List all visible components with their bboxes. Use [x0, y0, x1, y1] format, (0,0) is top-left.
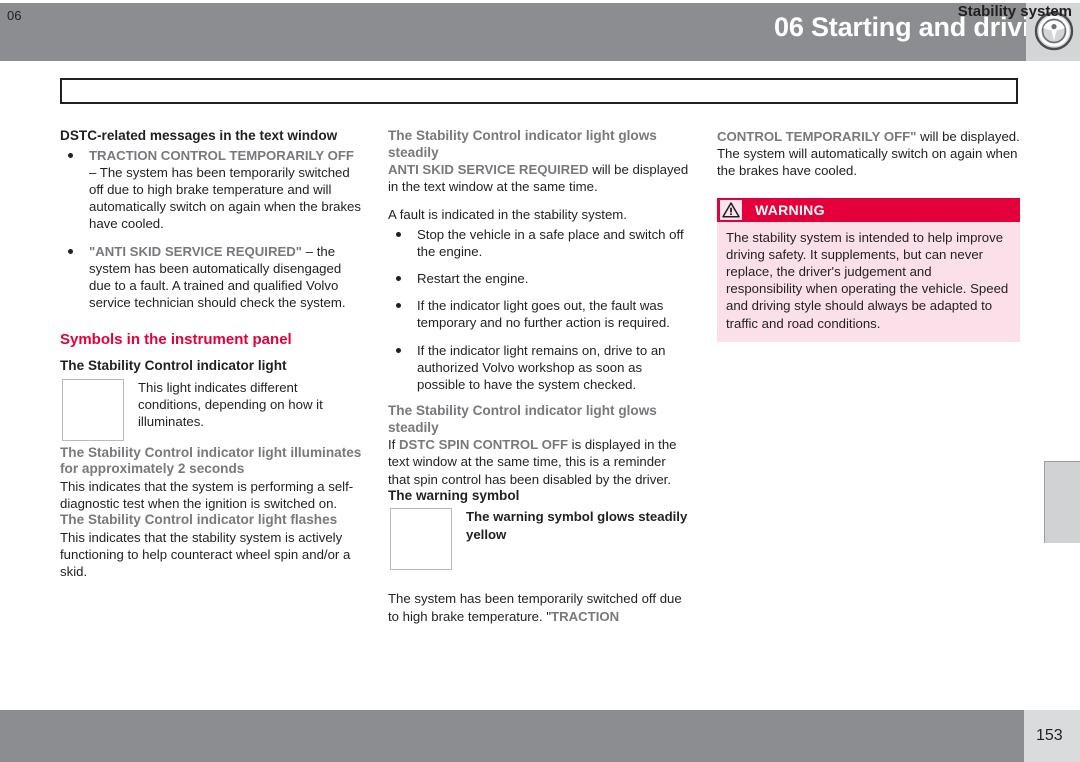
list-item: Restart the engine. — [388, 270, 691, 287]
symbol-description: This light indicates different condition… — [138, 379, 323, 430]
body-anti-skid: ANTI SKID SERVICE REQUIRED will be displ… — [388, 161, 691, 195]
stability-indicator-symbol-placeholder — [62, 378, 124, 441]
warning-triangle-icon — [720, 199, 742, 220]
heading-symbols-instrument-panel: Symbols in the instrument panel — [60, 331, 292, 349]
page-footer-bar — [0, 710, 1024, 762]
message-text: – The system has been temporarily switch… — [89, 164, 361, 232]
column-three: CONTROL TEMPORARILY OFF" will be display… — [717, 128, 1020, 342]
body-temporarily-switched-off: The system has been temporarily switched… — [388, 590, 691, 624]
chapter-tab-label: 06 — [7, 8, 22, 23]
section-title: Stability system — [957, 3, 1072, 20]
heading-dstc-messages: DSTC-related messages in the text window — [60, 128, 338, 143]
list-item: Stop the vehicle in a safe place and swi… — [388, 226, 691, 260]
warning-header: WARNING — [717, 197, 1020, 222]
chapter-tab — [1044, 461, 1080, 543]
body-indicator-flashes: This indicates that the stability system… — [60, 529, 351, 580]
list-item: "ANTI SKID SERVICE REQUIRED" – the syste… — [60, 243, 363, 312]
body-fault-indicated: A fault is indicated in the stability sy… — [388, 207, 627, 223]
spin-control-term: DSTC SPIN CONTROL OFF — [399, 437, 568, 453]
warning-symbol-placeholder — [390, 508, 452, 571]
message-term: TRACTION CONTROL TEMPORARILY OFF — [89, 147, 354, 163]
column-one: DSTC-related messages in the text window… — [60, 128, 363, 580]
anti-skid-term: ANTI SKID SERVICE REQUIRED — [388, 162, 589, 177]
warning-label: WARNING — [755, 201, 825, 218]
symbol-row-indicator-light: This light indicates different condition… — [60, 378, 363, 445]
warning-symbol-description: The warning symbol glows steadily yellow — [466, 509, 688, 542]
spin-control-prefix: If — [388, 437, 399, 453]
heading-stability-indicator-light: The Stability Control indicator light — [60, 358, 287, 374]
dstc-message-list: TRACTION CONTROL TEMPORARILY OFF – The s… — [60, 147, 363, 312]
body-self-diagnostic: This indicates that the system is perfor… — [60, 478, 354, 512]
list-item: If the indicator light remains on, drive… — [388, 342, 691, 394]
heading-indicator-flashes: The Stability Control indicator light fl… — [60, 512, 338, 528]
body-dstc-spin-control: If DSTC SPIN CONTROL OFF is displayed in… — [388, 436, 691, 488]
warning-box: WARNING The stability system is intended… — [717, 197, 1020, 342]
warning-text: The stability system is intended to help… — [717, 221, 1020, 342]
list-item: If the indicator light goes out, the fau… — [388, 297, 691, 331]
traction-start: The system has been temporarily switched… — [388, 591, 682, 624]
message-term: "ANTI SKID SERVICE REQUIRED" — [89, 243, 303, 259]
page-number: 153 — [1036, 727, 1063, 744]
heading-glows-steadily-2: The Stability Control indicator light gl… — [388, 403, 657, 435]
heading-warning-symbol: The warning symbol — [388, 487, 520, 503]
section-title-box — [60, 78, 1018, 104]
traction-term: TRACTION — [551, 608, 620, 624]
symbol-row-warning: The warning symbol glows steadily yellow — [388, 508, 691, 574]
heading-glows-steadily-1: The Stability Control indicator light gl… — [388, 128, 657, 160]
body-control-temporarily-off: CONTROL TEMPORARILY OFF" will be display… — [717, 128, 1020, 180]
heading-indicator-2-seconds: The Stability Control indicator light il… — [60, 444, 362, 477]
list-item: TRACTION CONTROL TEMPORARILY OFF – The s… — [60, 147, 363, 233]
control-term: CONTROL TEMPORARILY OFF" — [717, 129, 917, 144]
column-two: The Stability Control indicator light gl… — [388, 128, 691, 625]
fault-action-list: Stop the vehicle in a safe place and swi… — [388, 226, 691, 394]
